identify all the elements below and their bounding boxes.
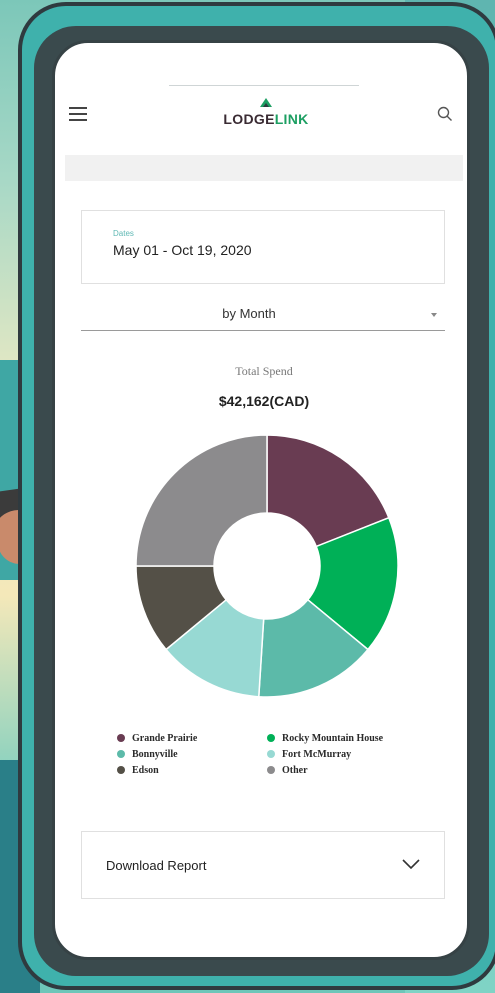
donut-slice-other[interactable] (135, 434, 268, 567)
period-select-value: by Month (222, 306, 276, 321)
period-select[interactable]: by Month (81, 299, 445, 331)
brand-logo[interactable]: LODGELINK (220, 96, 312, 127)
legend-item-rocky-mountain-house: Rocky Mountain House (267, 733, 383, 744)
date-range-picker[interactable]: Dates May 01 - Oct 19, 2020 (81, 210, 445, 284)
legend-label: Edson (132, 765, 159, 776)
legend-label: Grande Prairie (132, 733, 198, 744)
legend-item-edson: Edson (117, 765, 159, 776)
legend-swatch (267, 766, 275, 774)
legend-label: Bonnyville (132, 749, 178, 760)
legend-item-other: Other (267, 765, 308, 776)
download-report-button[interactable]: Download Report (81, 831, 445, 899)
brand-name-part1: LODGE (223, 111, 275, 127)
download-report-label: Download Report (106, 858, 207, 873)
legend-item-grande-prairie: Grande Prairie (117, 733, 197, 744)
legend-label: Other (282, 765, 308, 776)
total-spend-label: Total Spend (235, 364, 293, 378)
legend-item-fort-mcmurray: Fort McMurray (267, 749, 351, 760)
date-range-label: Dates (113, 229, 134, 238)
legend-item-bonnyville: Bonnyville (117, 749, 178, 760)
status-divider (169, 85, 359, 86)
caret-down-icon (431, 313, 437, 317)
legend-label: Fort McMurray (282, 749, 352, 760)
legend-swatch (117, 766, 125, 774)
app-screen: LODGELINK Dates May 01 - Oct 19, 2020 by… (52, 40, 470, 960)
legend-swatch (117, 734, 125, 742)
brand-name: LODGELINK (220, 111, 312, 127)
legend-swatch (267, 734, 275, 742)
search-icon[interactable] (437, 106, 453, 122)
legend-swatch (267, 750, 275, 758)
total-spend-value: $42,162(CAD) (218, 393, 310, 409)
lodgelink-logo-icon (260, 98, 272, 107)
legend-label: Rocky Mountain House (282, 733, 384, 744)
tab-bar-placeholder (65, 155, 463, 181)
date-range-value: May 01 - Oct 19, 2020 (113, 242, 252, 258)
menu-icon[interactable] (69, 107, 87, 121)
spend-donut-chart (135, 434, 399, 698)
legend-swatch (117, 750, 125, 758)
chevron-down-icon (402, 859, 420, 870)
brand-name-part2: LINK (274, 111, 309, 127)
